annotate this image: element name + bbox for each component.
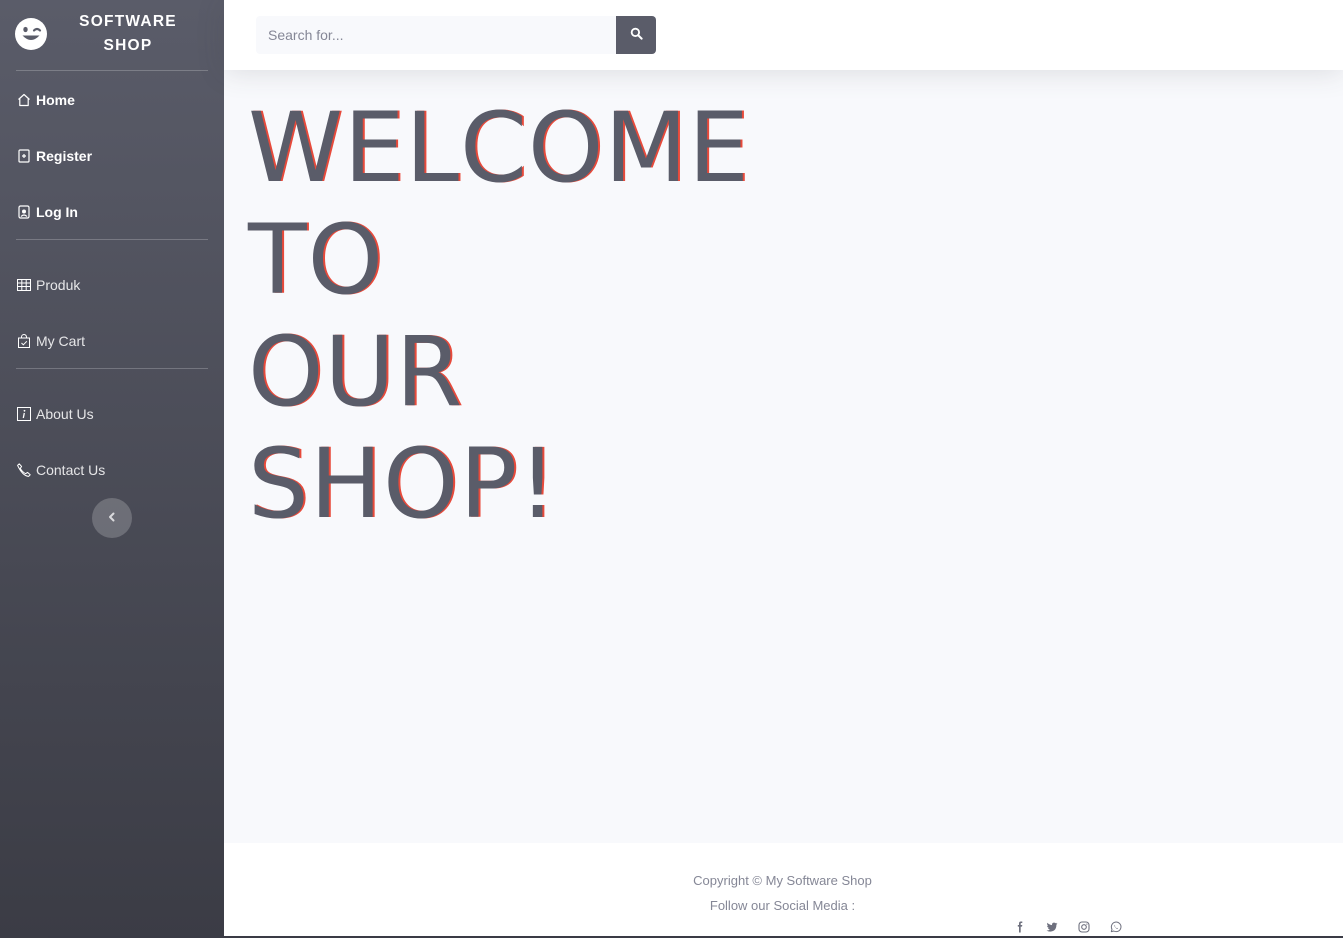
plus-square-icon: [16, 148, 32, 164]
sidebar: SOFTWARE SHOP Home Register Log In Produ…: [0, 0, 224, 938]
search-button[interactable]: [616, 16, 656, 54]
person-badge-icon: [16, 204, 32, 220]
welcome-line: WELCOME: [248, 92, 750, 204]
welcome-heading: WELCOME TO OUR SHOP!: [248, 92, 948, 540]
sidebar-item-label: Log In: [36, 204, 78, 220]
telephone-icon: [16, 462, 32, 478]
table-icon: [16, 277, 32, 293]
house-icon: [16, 92, 32, 108]
sidebar-divider: [16, 368, 208, 369]
chevron-left-icon: [107, 509, 117, 527]
sidebar-item-register[interactable]: Register: [16, 144, 208, 168]
instagram-icon[interactable]: [1078, 921, 1090, 933]
search-icon: [630, 27, 643, 43]
sidebar-divider: [16, 239, 208, 240]
sidebar-item-login[interactable]: Log In: [16, 200, 208, 224]
search-form: [256, 16, 656, 54]
twitter-icon[interactable]: [1046, 921, 1058, 933]
search-input[interactable]: [256, 16, 616, 54]
sidebar-item-my-cart[interactable]: My Cart: [16, 329, 208, 353]
footer: Copyright © My Software Shop Follow our …: [224, 843, 1343, 938]
grin-wink-icon: [15, 18, 47, 50]
sidebar-item-label: Produk: [36, 277, 81, 293]
follow-text: Follow our Social Media :: [709, 898, 856, 913]
sidebar-item-label: Home: [36, 92, 75, 108]
social-links: [1014, 921, 1122, 933]
sidebar-item-label: About Us: [36, 406, 94, 422]
facebook-icon[interactable]: [1014, 921, 1026, 933]
info-square-icon: [16, 406, 32, 422]
sidebar-item-home[interactable]: Home: [16, 88, 208, 112]
sidebar-item-label: Contact Us: [36, 462, 106, 478]
bag-check-icon: [16, 333, 32, 349]
copyright-text: Copyright © My Software Shop: [693, 873, 872, 888]
sidebar-item-label: My Cart: [36, 333, 85, 349]
welcome-line: TO: [248, 204, 385, 316]
welcome-line: SHOP!: [248, 428, 558, 540]
welcome-line: OUR: [248, 316, 464, 428]
sidebar-item-contact-us[interactable]: Contact Us: [16, 458, 208, 482]
sidebar-item-label: Register: [36, 148, 93, 164]
sidebar-item-about-us[interactable]: About Us: [16, 402, 208, 426]
topbar: [224, 0, 1343, 70]
whatsapp-icon[interactable]: [1110, 921, 1122, 933]
brand-link[interactable]: SOFTWARE SHOP: [0, 0, 224, 70]
brand-name: SOFTWARE SHOP: [79, 13, 177, 54]
sidebar-item-produk[interactable]: Produk: [16, 273, 208, 297]
sidebar-divider: [16, 70, 208, 71]
sidebar-toggle-button[interactable]: [92, 498, 132, 538]
